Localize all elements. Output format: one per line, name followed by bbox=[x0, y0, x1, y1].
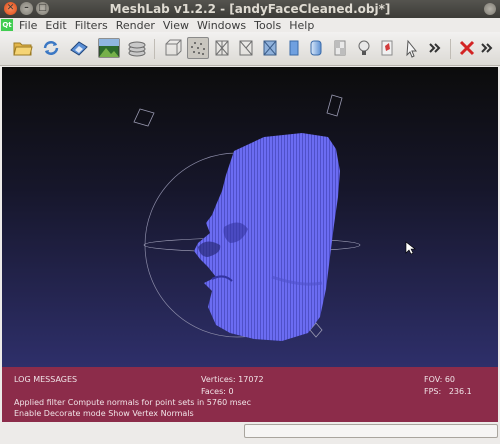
window-title: MeshLab v1.2.2 - [andyFaceCleaned.obj*] bbox=[109, 2, 391, 16]
mouse-cursor-icon bbox=[405, 241, 416, 255]
open-folder-icon[interactable] bbox=[12, 37, 34, 59]
3d-viewport[interactable] bbox=[2, 67, 498, 367]
mesh-render[interactable] bbox=[2, 67, 498, 367]
light-marker-left bbox=[133, 108, 155, 127]
log-message: Applied filter Compute normals for point… bbox=[14, 398, 251, 407]
log-header: LOG MESSAGES bbox=[14, 375, 78, 384]
menu-file[interactable]: File bbox=[15, 19, 41, 32]
window-menu-icon[interactable] bbox=[484, 3, 496, 15]
menu-render[interactable]: Render bbox=[112, 19, 159, 32]
maximize-window-button[interactable]: □ bbox=[36, 2, 49, 15]
main-toolbar bbox=[0, 32, 500, 66]
fps-value: FPS: 236.1 bbox=[424, 387, 472, 396]
faces-count: Faces: 0 bbox=[201, 387, 234, 396]
log-panel: LOG MESSAGES Vertices: 17072 Faces: 0 FO… bbox=[2, 367, 498, 422]
color-icon[interactable] bbox=[376, 37, 398, 59]
save-snapshot-icon[interactable] bbox=[68, 37, 90, 59]
flat-shading-icon[interactable] bbox=[283, 37, 305, 59]
window-controls: ✕ – □ bbox=[4, 2, 49, 15]
face-point-cloud bbox=[194, 133, 340, 341]
title-bar[interactable]: ✕ – □ MeshLab v1.2.2 - [andyFaceCleaned.… bbox=[0, 0, 500, 18]
overflow-icon[interactable] bbox=[424, 37, 446, 59]
toolbar-separator bbox=[154, 39, 155, 59]
menu-tools[interactable]: Tools bbox=[250, 19, 285, 32]
light-marker-right bbox=[326, 94, 343, 117]
minimize-window-button[interactable]: – bbox=[20, 2, 33, 15]
fov-value: FOV: 60 bbox=[424, 375, 455, 384]
meshlab-window: ✕ – □ MeshLab v1.2.2 - [andyFaceCleaned.… bbox=[0, 0, 500, 444]
hidden-lines-icon[interactable] bbox=[235, 37, 257, 59]
qt-app-icon: Qt bbox=[1, 19, 13, 31]
bounding-box-icon[interactable] bbox=[162, 37, 184, 59]
menu-filters[interactable]: Filters bbox=[71, 19, 112, 32]
progress-bar bbox=[244, 424, 498, 438]
menu-help[interactable]: Help bbox=[285, 19, 318, 32]
points-icon[interactable] bbox=[187, 37, 209, 59]
close-red-icon[interactable] bbox=[456, 37, 478, 59]
menu-windows[interactable]: Windows bbox=[193, 19, 250, 32]
layers-icon[interactable] bbox=[126, 37, 148, 59]
wireframe-icon[interactable] bbox=[211, 37, 233, 59]
log-message: Enable Decorate mode Show Vertex Normals bbox=[14, 409, 194, 418]
texture-icon[interactable] bbox=[329, 37, 351, 59]
import-image-icon[interactable] bbox=[98, 37, 120, 59]
vertices-count: Vertices: 17072 bbox=[201, 375, 264, 384]
reload-icon[interactable] bbox=[40, 37, 62, 59]
menu-edit[interactable]: Edit bbox=[41, 19, 70, 32]
flat-lines-icon[interactable] bbox=[259, 37, 281, 59]
toolbar-separator-2 bbox=[450, 39, 451, 59]
close-window-button[interactable]: ✕ bbox=[4, 2, 17, 15]
menu-view[interactable]: View bbox=[159, 19, 193, 32]
pick-icon[interactable] bbox=[400, 37, 422, 59]
menu-bar: Qt File Edit Filters Render View Windows… bbox=[0, 18, 500, 32]
light-icon[interactable] bbox=[353, 37, 375, 59]
overflow-icon-2[interactable] bbox=[476, 37, 498, 59]
smooth-shading-icon[interactable] bbox=[305, 37, 327, 59]
